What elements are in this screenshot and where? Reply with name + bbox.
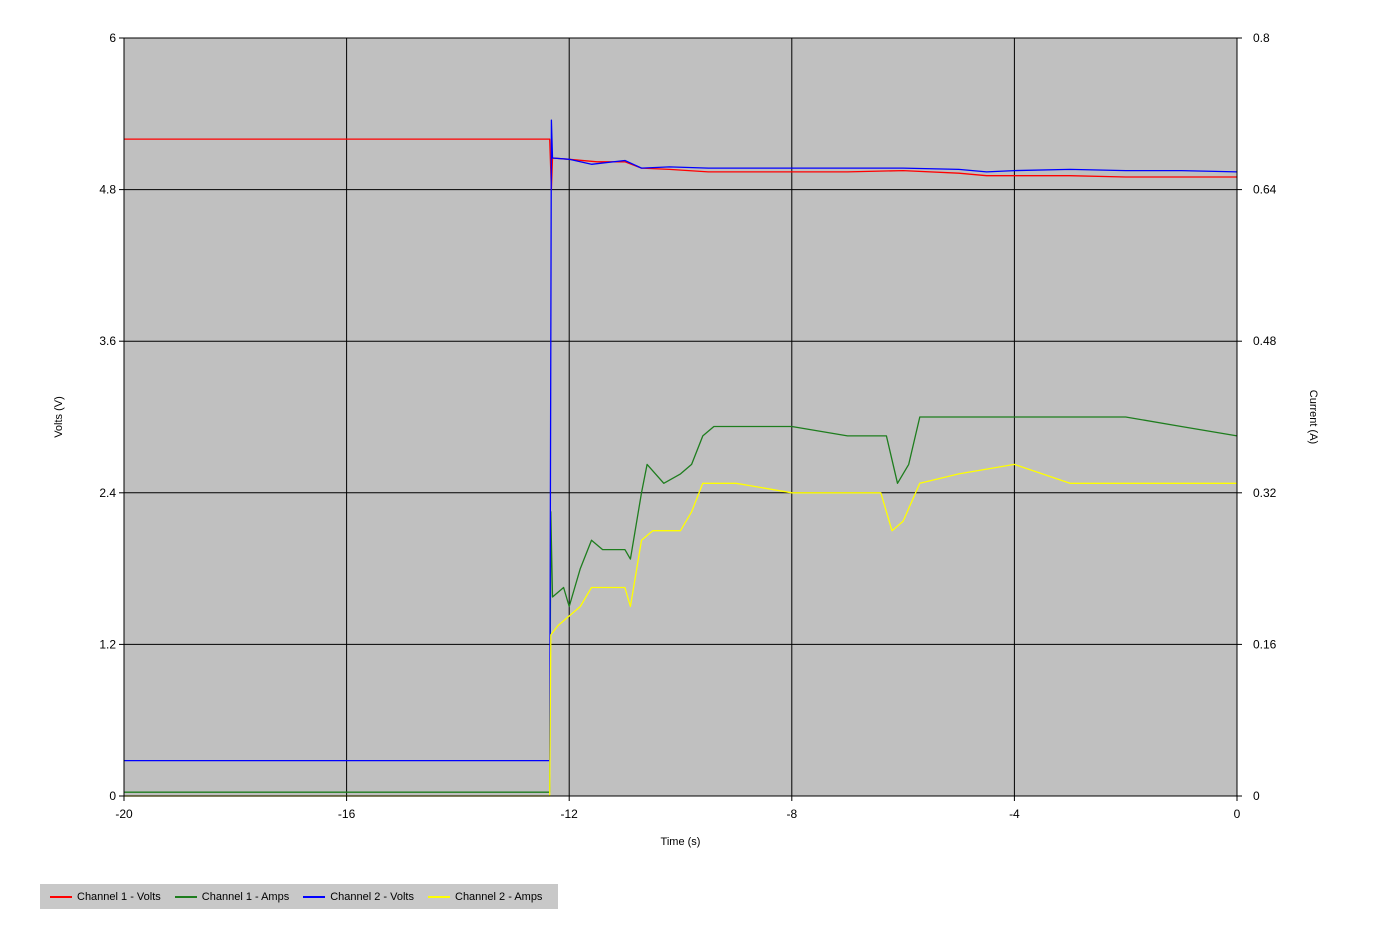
legend-swatch [50,895,72,898]
y2-tick-label: 0.48 [1253,334,1277,348]
y-axis-title: Volts (V) [53,396,65,438]
legend-swatch [174,895,197,898]
x-axis-title: Time (s) [661,836,701,848]
y-tick-label: 0 [109,789,116,803]
y-tick-label: 2.4 [99,486,116,500]
legend-item: Channel 1 - Amps [174,890,290,903]
x-tick-label: 0 [1234,807,1241,821]
y-tick-label: 6 [109,31,116,45]
legend-label: Channel 1 - Volts [77,890,161,903]
legend-label: Channel 2 - Volts [330,890,414,903]
legend-swatch [303,895,326,898]
y2-tick-label: 0.32 [1253,486,1277,500]
x-tick-label: -16 [338,807,356,821]
y2-tick-label: 0.64 [1253,183,1277,197]
legend: Channel 1 - Volts Channel 1 - Amps Channel… [40,884,558,909]
y2-tick-label: 0.8 [1253,31,1270,45]
y-tick-label: 4.8 [99,183,116,197]
y2-axis-title: Current (A) [1307,390,1319,444]
x-tick-label: -8 [786,807,797,821]
legend-label: Channel 1 - Amps [201,890,290,903]
line-chart: -20 -16 -12 -8 -4 001.22.43.64.8600.160.320.4… [53,31,1319,848]
y-tick-label: 1.2 [99,637,116,651]
legend-item: Channel 2 - Volts [303,891,414,903]
legend-label: Channel 2 - Amps [455,890,543,903]
x-tick-label: -12 [561,807,579,821]
legend-swatch [428,895,450,898]
legend-item: Channel 1 - Volts [50,891,161,903]
y-tick-label: 3.6 [99,334,116,348]
x-tick-label: -20 [115,807,133,821]
y2-tick-label: 0 [1253,789,1260,803]
legend-item: Channel 2 - Amps [428,891,542,903]
y2-tick-label: 0.16 [1253,637,1277,651]
x-tick-label: -4 [1009,807,1020,821]
